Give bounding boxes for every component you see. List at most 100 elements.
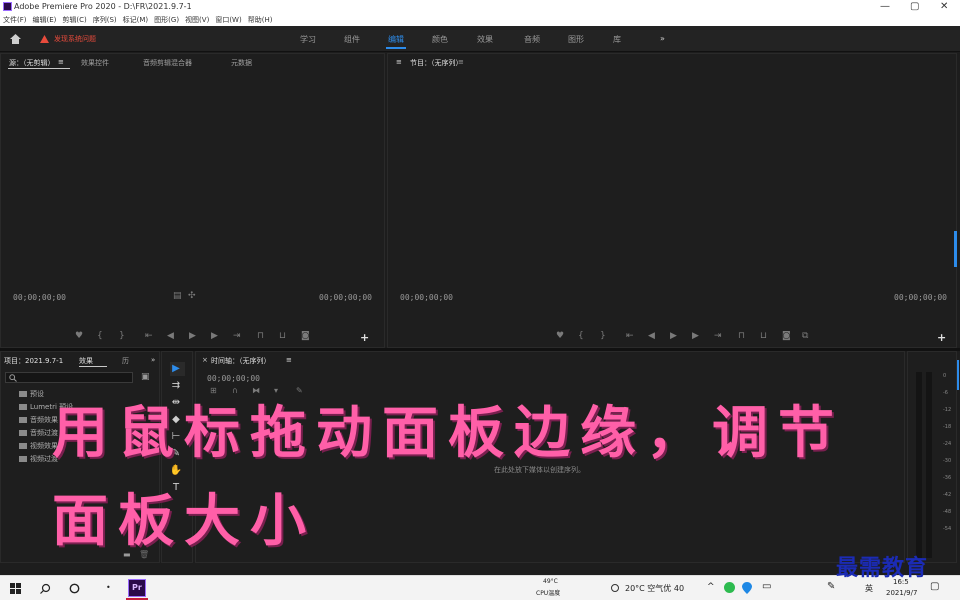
extract-icon[interactable]: ⊔: [760, 331, 767, 341]
go-to-in-icon[interactable]: ⇤: [145, 331, 153, 341]
program-mark-out-icon[interactable]: }: [600, 331, 606, 341]
menu-file[interactable]: 文件(F): [3, 15, 27, 25]
tab-audio-clip-mixer[interactable]: 音频剪辑混合器: [143, 58, 192, 68]
program-timecode-right: 00;00;00;00: [894, 293, 947, 302]
program-add-button[interactable]: +: [937, 331, 946, 344]
workspace-libraries[interactable]: 库: [613, 34, 621, 45]
close-button[interactable]: ✕: [940, 1, 948, 12]
workspace-editing[interactable]: 编辑: [388, 34, 404, 45]
program-go-to-in-icon[interactable]: ⇤: [626, 331, 634, 341]
step-forward-icon[interactable]: ▶: [211, 331, 218, 341]
tab-timeline[interactable]: 时间轴：（无序列）: [211, 356, 271, 366]
overwrite-icon[interactable]: ⊔: [279, 331, 286, 341]
source-add-button[interactable]: +: [360, 331, 369, 344]
folder-icon: [19, 417, 27, 423]
workspace-bar: 发现系统问题 学习 组件 编辑 颜色 效果 音频 图形 库 »: [0, 26, 960, 52]
title-bar: Adobe Premiere Pro 2020 - D:\FR\2021.9.7…: [0, 0, 960, 14]
play-icon[interactable]: ▶: [189, 331, 196, 341]
search-taskbar-icon[interactable]: [40, 583, 51, 594]
tab-program[interactable]: 节目：（无序列）: [410, 58, 463, 68]
tray-chevron-icon[interactable]: ^: [707, 582, 715, 592]
tab-project[interactable]: 项目：2021.9.7-1: [4, 356, 63, 366]
program-add-marker-icon[interactable]: ♥: [556, 331, 564, 341]
weather-icon: [611, 584, 619, 592]
tray-app-icon[interactable]: [724, 582, 735, 593]
menu-graphics[interactable]: 图形(G): [154, 15, 179, 25]
windows-start-icon[interactable]: [10, 583, 21, 594]
menu-sequence[interactable]: 序列(S): [93, 15, 117, 25]
effects-tab-underline: [79, 366, 107, 367]
program-export-frame-icon[interactable]: ◙: [782, 331, 791, 341]
premiere-taskbar-icon[interactable]: Pr: [128, 579, 146, 597]
insert-icon[interactable]: ⊓: [257, 331, 264, 341]
workspace-graphics[interactable]: 图形: [568, 34, 584, 45]
pen-icon[interactable]: ✎: [827, 581, 835, 592]
ime-indicator[interactable]: 英: [865, 583, 873, 594]
program-play-icon[interactable]: ▶: [670, 331, 677, 341]
notification-icon[interactable]: ▢: [930, 581, 939, 592]
tab-history[interactable]: 历: [122, 356, 129, 366]
project-tabs-more-button[interactable]: »: [151, 356, 155, 364]
go-to-out-icon[interactable]: ⇥: [233, 331, 241, 341]
source-transport-controls: ♥ { } ⇤ ◀ ▶ ▶ ⇥ ⊓ ⊔ ◙: [75, 331, 315, 345]
menu-view[interactable]: 视图(V): [185, 15, 209, 25]
audio-meter-resize-handle[interactable]: [957, 360, 959, 390]
program-mark-in-icon[interactable]: {: [578, 331, 584, 341]
source-timecode-left[interactable]: 00;00;00;00: [13, 293, 66, 302]
add-marker-icon[interactable]: ♥: [75, 331, 83, 341]
workspace-effects[interactable]: 效果: [477, 34, 493, 45]
minimize-button[interactable]: —: [880, 1, 890, 12]
source-drag-icon[interactable]: ✣: [188, 291, 196, 301]
menu-marker[interactable]: 标记(M): [123, 15, 149, 25]
selection-tool-icon[interactable]: ▶: [169, 363, 183, 374]
home-icon[interactable]: [10, 34, 21, 44]
program-tab-menu-icon[interactable]: ≡: [458, 58, 464, 66]
timeline-tab-menu-icon[interactable]: ≡: [286, 356, 292, 364]
mark-in-icon[interactable]: {: [97, 331, 103, 341]
panel-resize-handle[interactable]: [954, 231, 957, 267]
source-settings-icon[interactable]: ▤: [173, 291, 182, 301]
list-item[interactable]: 预设: [19, 389, 44, 399]
timeline-timecode[interactable]: 00;00;00;00: [207, 374, 260, 383]
workspace-audio[interactable]: 音频: [524, 34, 540, 45]
workspace-assembly[interactable]: 组件: [344, 34, 360, 45]
tab-source[interactable]: 源：（无剪辑）: [9, 58, 55, 68]
comparison-view-icon[interactable]: ⧉: [802, 331, 808, 341]
menu-clip[interactable]: 剪辑(C): [62, 15, 86, 25]
program-step-back-icon[interactable]: ◀: [648, 331, 655, 341]
tab-metadata[interactable]: 元数据: [231, 58, 252, 68]
workspace-color[interactable]: 颜色: [432, 34, 448, 45]
timeline-close-button[interactable]: ×: [202, 356, 208, 364]
warning-text[interactable]: 发现系统问题: [54, 34, 96, 44]
source-tab-menu-icon[interactable]: ≡: [58, 58, 64, 66]
program-go-to-out-icon[interactable]: ⇥: [714, 331, 722, 341]
weather-text[interactable]: 20°C 空气优 40: [625, 583, 684, 594]
menu-edit[interactable]: 编辑(E): [33, 15, 57, 25]
menu-bar: 文件(F) 编辑(E) 剪辑(C) 序列(S) 标记(M) 图形(G) 视图(V…: [0, 14, 960, 26]
tab-effects[interactable]: 效果: [79, 356, 93, 366]
clock-date[interactable]: 2021/9/7: [886, 589, 917, 597]
network-icon[interactable]: ▭: [762, 581, 771, 592]
meter-label: -18: [943, 424, 952, 430]
lift-icon[interactable]: ⊓: [738, 331, 745, 341]
location-icon[interactable]: [742, 582, 752, 594]
effects-search-input[interactable]: [5, 372, 133, 383]
export-frame-icon[interactable]: ◙: [301, 331, 310, 341]
program-timecode-left[interactable]: 00;00;00;00: [400, 293, 453, 302]
mark-out-icon[interactable]: }: [119, 331, 125, 341]
program-transport-controls: ♥ { } ⇤ ◀ ▶ ▶ ⇥ ⊓ ⊔ ◙ ⧉: [556, 331, 816, 345]
source-monitor-panel: 源：（无剪辑） ≡ 效果控件 音频剪辑混合器 元数据 00;00;00;00 0…: [0, 53, 385, 348]
tab-effect-controls[interactable]: 效果控件: [81, 58, 109, 68]
tutorial-caption-line-1: 用鼠标拖动面板边缘，调节: [52, 400, 844, 466]
step-back-icon[interactable]: ◀: [167, 331, 174, 341]
menu-window[interactable]: 窗口(W): [215, 15, 241, 25]
restore-button[interactable]: ▢: [910, 1, 919, 12]
workspace-more-button[interactable]: »: [660, 34, 665, 43]
workspace-learning[interactable]: 学习: [300, 34, 316, 45]
cortana-icon[interactable]: [69, 583, 80, 594]
new-bin-icon[interactable]: ▣: [141, 372, 150, 382]
program-panel-menu-icon[interactable]: ≡: [396, 58, 402, 66]
menu-help[interactable]: 帮助(H): [248, 15, 273, 25]
program-step-forward-icon[interactable]: ▶: [692, 331, 699, 341]
task-view-icon[interactable]: •: [106, 583, 111, 592]
